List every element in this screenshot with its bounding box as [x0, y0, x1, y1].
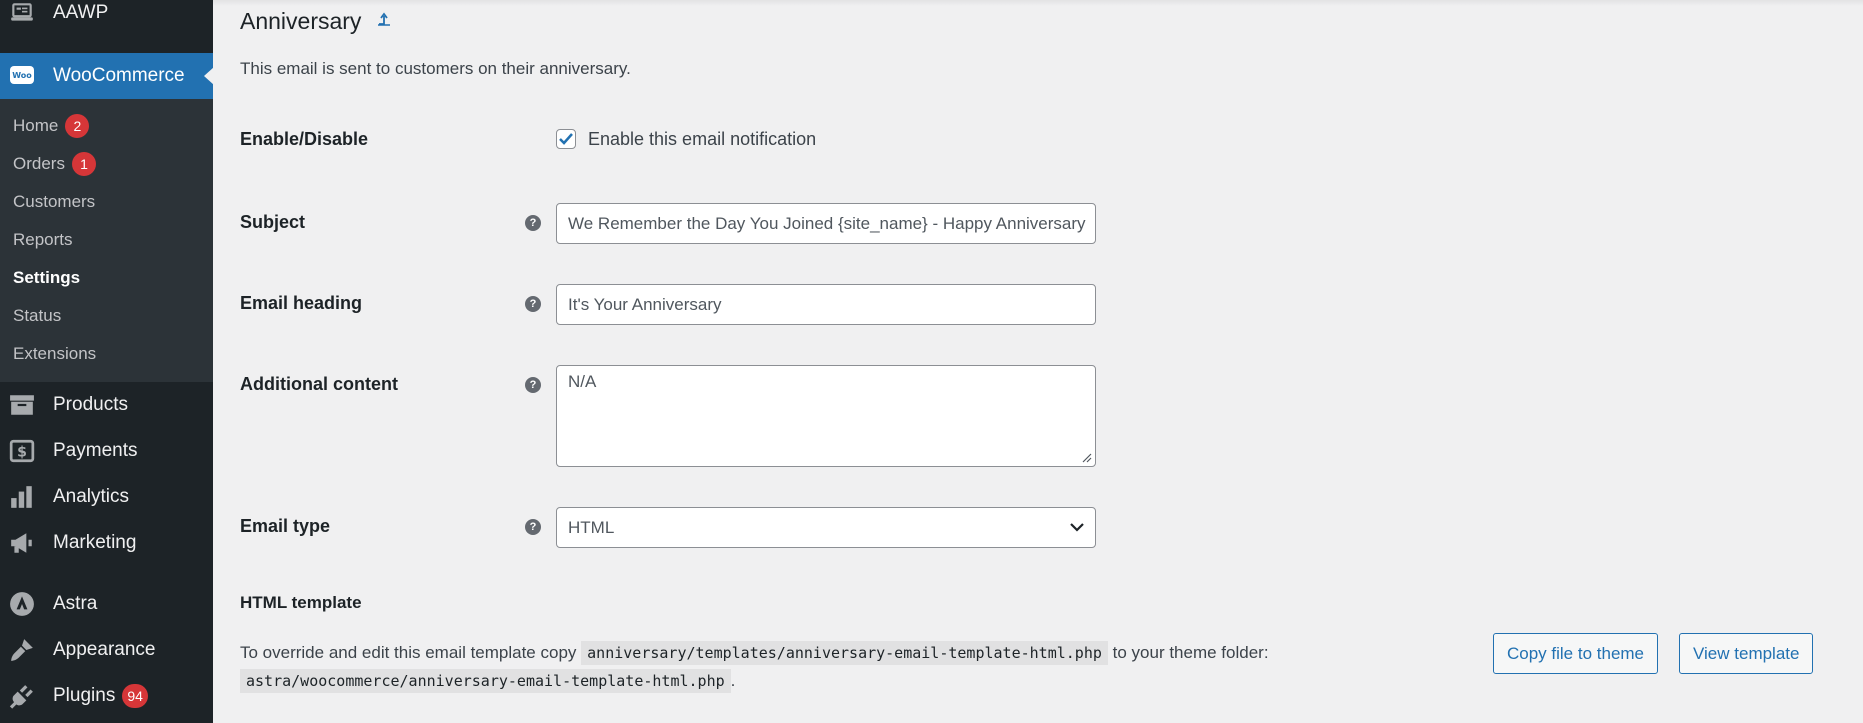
submenu-extensions-label: Extensions	[13, 344, 97, 363]
dollar-icon: $	[8, 437, 36, 465]
plug-icon	[8, 682, 36, 710]
submenu-orders-label: Orders	[13, 154, 65, 173]
bar-chart-icon	[8, 483, 36, 511]
svg-text:Woo: Woo	[12, 71, 32, 80]
submenu-reports[interactable]: Reports	[13, 227, 73, 253]
heading-label: Email heading	[240, 293, 363, 313]
menu-analytics[interactable]: Analytics	[0, 474, 213, 520]
laptop-icon	[8, 0, 36, 27]
menu-astra-label: Astra	[53, 593, 98, 614]
menu-plugins[interactable]: Plugins 94	[0, 673, 213, 719]
override-text: to your theme folder:	[1112, 643, 1269, 662]
copy-file-to-theme-button[interactable]: Copy file to theme	[1493, 633, 1659, 674]
orders-count-badge: 1	[71, 152, 96, 176]
override-text: .	[730, 671, 736, 690]
admin-sidebar: AAWP Woo WooCommerce Home 2 Orders 1 Cus…	[0, 0, 214, 723]
submenu-status-label: Status	[13, 306, 62, 325]
override-text: To override and edit this email template…	[240, 643, 577, 662]
archive-box-icon	[8, 391, 36, 419]
enable-label: Enable/Disable	[240, 129, 369, 149]
woo-icon: Woo	[8, 62, 36, 90]
enable-checkbox-label[interactable]: Enable this email notification	[588, 129, 816, 150]
template-source-path: anniversary/templates/anniversary-email-…	[581, 641, 1108, 665]
page-title: Anniversary	[240, 8, 391, 35]
menu-marketing-label: Marketing	[53, 532, 137, 553]
paintbrush-icon	[8, 636, 36, 664]
email-type-value: HTML	[568, 517, 615, 537]
menu-appearance-label: Appearance	[53, 639, 156, 660]
additional-content-textarea[interactable]: N/A	[556, 365, 1096, 467]
template-section-title: HTML template	[240, 593, 362, 612]
menu-products-label: Products	[53, 394, 128, 415]
email-title: Anniversary	[240, 8, 362, 34]
menu-woocommerce-label: WooCommerce	[53, 65, 185, 86]
theme-template-path: astra/woocommerce/anniversary-email-temp…	[240, 669, 731, 693]
subject-input[interactable]: We Remember the Day You Joined {site_nam…	[556, 203, 1096, 244]
menu-analytics-label: Analytics	[53, 486, 130, 507]
menu-aawp-label: AAWP	[53, 2, 109, 23]
menu-marketing[interactable]: Marketing	[0, 520, 213, 566]
submenu-customers[interactable]: Customers	[13, 189, 95, 215]
subject-label: Subject	[240, 212, 306, 232]
email-type-label: Email type	[240, 516, 331, 536]
checkmark-icon	[559, 133, 573, 145]
subject-input-value: We Remember the Day You Joined {site_nam…	[568, 213, 1086, 233]
menu-payments-label: Payments	[53, 440, 138, 461]
email-description: This email is sent to customers on their…	[240, 59, 631, 78]
help-tip-icon[interactable]: ?	[525, 296, 541, 312]
heading-input[interactable]: It's Your Anniversary	[556, 284, 1096, 325]
menu-woocommerce[interactable]: Woo WooCommerce	[0, 53, 214, 99]
home-count-badge: 2	[65, 114, 90, 138]
menu-astra[interactable]: Astra	[0, 581, 213, 627]
additional-content-value: N/A	[568, 372, 597, 391]
submenu-customers-label: Customers	[13, 192, 96, 211]
submenu-extensions[interactable]: Extensions	[13, 341, 96, 367]
astra-logo-icon	[8, 590, 36, 618]
submenu-status[interactable]: Status	[13, 303, 61, 329]
submenu-home-label: Home	[13, 116, 59, 135]
svg-text:$: $	[17, 444, 27, 460]
submenu-orders[interactable]: Orders 1	[13, 151, 96, 177]
heading-input-value: It's Your Anniversary	[568, 294, 722, 314]
menu-plugins-label: Plugins	[53, 685, 116, 706]
return-up-icon[interactable]	[377, 12, 391, 31]
megaphone-icon	[8, 529, 36, 557]
submenu-reports-label: Reports	[13, 230, 73, 249]
chevron-down-icon	[1070, 523, 1084, 532]
settings-main: Anniversary This email is sent to custom…	[213, 0, 1863, 723]
override-instructions: To override and edit this email template…	[240, 639, 1440, 695]
woocommerce-submenu: Home 2 Orders 1 Customers Reports Settin…	[0, 99, 213, 382]
additional-content-label: Additional content	[240, 374, 398, 394]
resize-handle-icon[interactable]	[1082, 453, 1092, 463]
menu-aawp[interactable]: AAWP	[0, 0, 213, 36]
submenu-settings[interactable]: Settings	[13, 265, 80, 291]
menu-appearance[interactable]: Appearance	[0, 627, 213, 673]
help-tip-icon[interactable]: ?	[525, 519, 541, 535]
admin-bar-shadow	[213, 0, 1863, 6]
view-template-button[interactable]: View template	[1679, 633, 1814, 674]
menu-products[interactable]: Products	[0, 382, 213, 428]
plugins-update-badge: 94	[122, 684, 148, 708]
help-tip-icon[interactable]: ?	[525, 215, 541, 231]
email-type-select[interactable]: HTML	[556, 507, 1096, 548]
enable-checkbox[interactable]	[556, 129, 576, 149]
help-tip-icon[interactable]: ?	[525, 377, 541, 393]
submenu-home[interactable]: Home 2	[13, 113, 90, 139]
submenu-settings-label: Settings	[13, 268, 81, 287]
menu-payments[interactable]: $ Payments	[0, 428, 213, 474]
